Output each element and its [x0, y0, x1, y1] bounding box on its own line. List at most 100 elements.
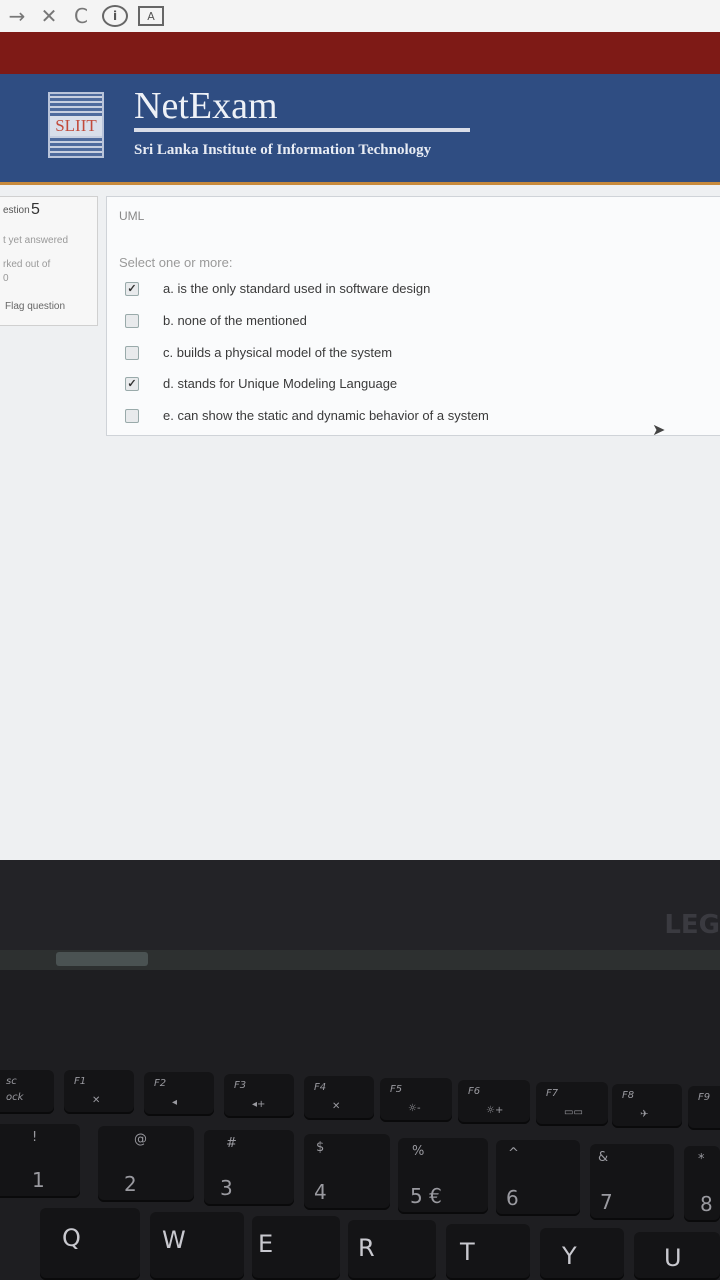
key-u[interactable]: U — [634, 1232, 720, 1280]
info-icon[interactable]: i — [102, 5, 128, 27]
brand-title[interactable]: NetExam — [134, 84, 278, 128]
key-3[interactable]: #3 — [204, 1130, 294, 1206]
mic-mute-icon: ✕ — [332, 1101, 341, 1112]
key-u-label: U — [664, 1244, 682, 1272]
key-f9-label: F9 — [698, 1092, 711, 1103]
option-b-checkbox[interactable] — [125, 313, 139, 328]
page-icon[interactable]: A — [138, 6, 164, 26]
key-8-main: 8 — [700, 1192, 713, 1216]
key-r[interactable]: R — [348, 1220, 436, 1280]
volume-up-icon: ◂+ — [252, 1099, 266, 1110]
key-f7[interactable]: F7 ▭▭ — [536, 1082, 608, 1126]
option-e[interactable]: e. can show the static and dynamic behav… — [125, 408, 489, 423]
forward-icon[interactable]: → — [6, 4, 28, 28]
key-8-shift: * — [698, 1152, 705, 1167]
key-f3-label: F3 — [234, 1080, 247, 1091]
key-f4[interactable]: F4 ✕ — [304, 1076, 374, 1120]
key-6-shift: ^ — [508, 1146, 519, 1161]
key-2-main: 2 — [124, 1172, 137, 1196]
key-t-label: T — [460, 1238, 475, 1266]
brightness-down-icon: ☼- — [408, 1103, 421, 1114]
question-marks-value: 0 — [3, 273, 9, 284]
key-7[interactable]: & 7 — [590, 1144, 674, 1220]
key-5[interactable]: % 5 € — [398, 1138, 488, 1214]
key-f1-label: F1 — [74, 1076, 87, 1087]
key-f2[interactable]: F2 ◂ — [144, 1072, 214, 1116]
key-5-main: 5 € — [410, 1184, 442, 1208]
laptop-hinge — [0, 950, 720, 971]
question-state: t yet answered — [3, 235, 69, 246]
option-c-label: c. builds a physical model of the system — [163, 345, 393, 360]
brightness-up-icon: ☼+ — [486, 1105, 504, 1116]
option-c-checkbox[interactable] — [125, 345, 139, 360]
key-3-shift: # — [226, 1136, 237, 1151]
option-d-label: d. stands for Unique Modeling Language — [163, 376, 398, 391]
key-8[interactable]: * 8 — [684, 1146, 720, 1222]
option-a[interactable]: ✓ a. is the only standard used in softwa… — [125, 281, 430, 296]
key-7-shift: & — [598, 1150, 609, 1165]
hinge-tab — [56, 952, 148, 966]
reload-icon[interactable]: C — [70, 4, 92, 28]
institute-subtitle: Sri Lanka Institute of Information Techn… — [134, 142, 432, 158]
key-7-main: 7 — [600, 1190, 613, 1214]
key-esc[interactable]: sc ock — [0, 1070, 54, 1114]
key-f7-label: F7 — [546, 1088, 559, 1099]
laptop-brand: LEG — [664, 910, 720, 940]
volume-down-icon: ◂ — [172, 1097, 178, 1108]
question-category: UML — [119, 209, 145, 223]
logo-text: SLIIT — [50, 116, 102, 136]
airplane-mode-icon: ✈ — [640, 1109, 649, 1120]
flag-question-link[interactable]: Flag question — [5, 301, 65, 312]
key-f8[interactable]: F8 ✈ — [612, 1084, 682, 1128]
option-a-checkbox[interactable]: ✓ — [125, 281, 139, 296]
mute-icon: ✕ — [92, 1095, 101, 1106]
key-e-label: E — [258, 1230, 274, 1258]
option-b[interactable]: b. none of the mentioned — [125, 313, 307, 328]
option-d-checkbox[interactable]: ✓ — [125, 376, 139, 391]
key-esc-label: sc — [6, 1076, 17, 1087]
key-6[interactable]: ^ 6 — [496, 1140, 580, 1216]
question-number: 5 — [31, 201, 40, 218]
option-e-checkbox[interactable] — [125, 408, 139, 423]
question-info-panel: estion 5 t yet answered rked out of 0 Fl… — [0, 196, 98, 326]
key-t[interactable]: T — [446, 1224, 530, 1280]
key-r-label: R — [358, 1234, 375, 1262]
key-f5[interactable]: F5 ☼- — [380, 1078, 452, 1122]
key-w-label: W — [162, 1226, 186, 1254]
key-f3[interactable]: F3 ◂+ — [224, 1074, 294, 1118]
option-c[interactable]: c. builds a physical model of the system — [125, 345, 392, 360]
browser-toolbar: → ✕ C i A — [0, 0, 720, 32]
key-y-label: Y — [562, 1242, 577, 1270]
key-1[interactable]: ! 1 — [0, 1124, 80, 1198]
close-icon[interactable]: ✕ — [38, 4, 60, 28]
key-2-shift: @ — [134, 1132, 147, 1147]
key-5-shift: % — [412, 1144, 425, 1159]
key-f6[interactable]: F6 ☼+ — [458, 1080, 530, 1124]
key-4-main: 4 — [314, 1180, 327, 1204]
key-f9[interactable]: F9 — [688, 1086, 720, 1130]
key-y[interactable]: Y — [540, 1228, 624, 1280]
key-w[interactable]: W — [150, 1212, 244, 1280]
option-e-label: e. can show the static and dynamic behav… — [163, 408, 489, 423]
mouse-cursor-icon: ➤ — [652, 422, 666, 439]
key-e[interactable]: E — [252, 1216, 340, 1280]
option-a-label: a. is the only standard used in software… — [163, 281, 431, 296]
key-4-shift: $ — [316, 1140, 325, 1155]
option-b-label: b. none of the mentioned — [163, 313, 307, 328]
option-d[interactable]: ✓ d. stands for Unique Modeling Language — [125, 376, 397, 391]
key-4[interactable]: $4 — [304, 1134, 390, 1210]
site-header: SLIIT NetExam Sri Lanka Institute of Inf… — [0, 74, 720, 185]
question-prompt: Select one or more: — [119, 255, 233, 270]
sliit-logo[interactable]: SLIIT — [48, 92, 104, 158]
question-card: UML Select one or more: ✓ a. is the only… — [106, 196, 720, 436]
key-esc-sub: ock — [6, 1092, 24, 1103]
question-label: estion — [3, 205, 30, 216]
display-switch-icon: ▭▭ — [564, 1107, 583, 1118]
key-6-main: 6 — [506, 1186, 519, 1210]
key-f1[interactable]: F1 ✕ — [64, 1070, 134, 1114]
key-q[interactable]: Q — [40, 1208, 140, 1280]
brand-divider — [134, 128, 470, 132]
question-marks-label: rked out of — [3, 259, 51, 270]
key-3-main: 3 — [220, 1176, 233, 1200]
key-2[interactable]: @2 — [98, 1126, 194, 1202]
